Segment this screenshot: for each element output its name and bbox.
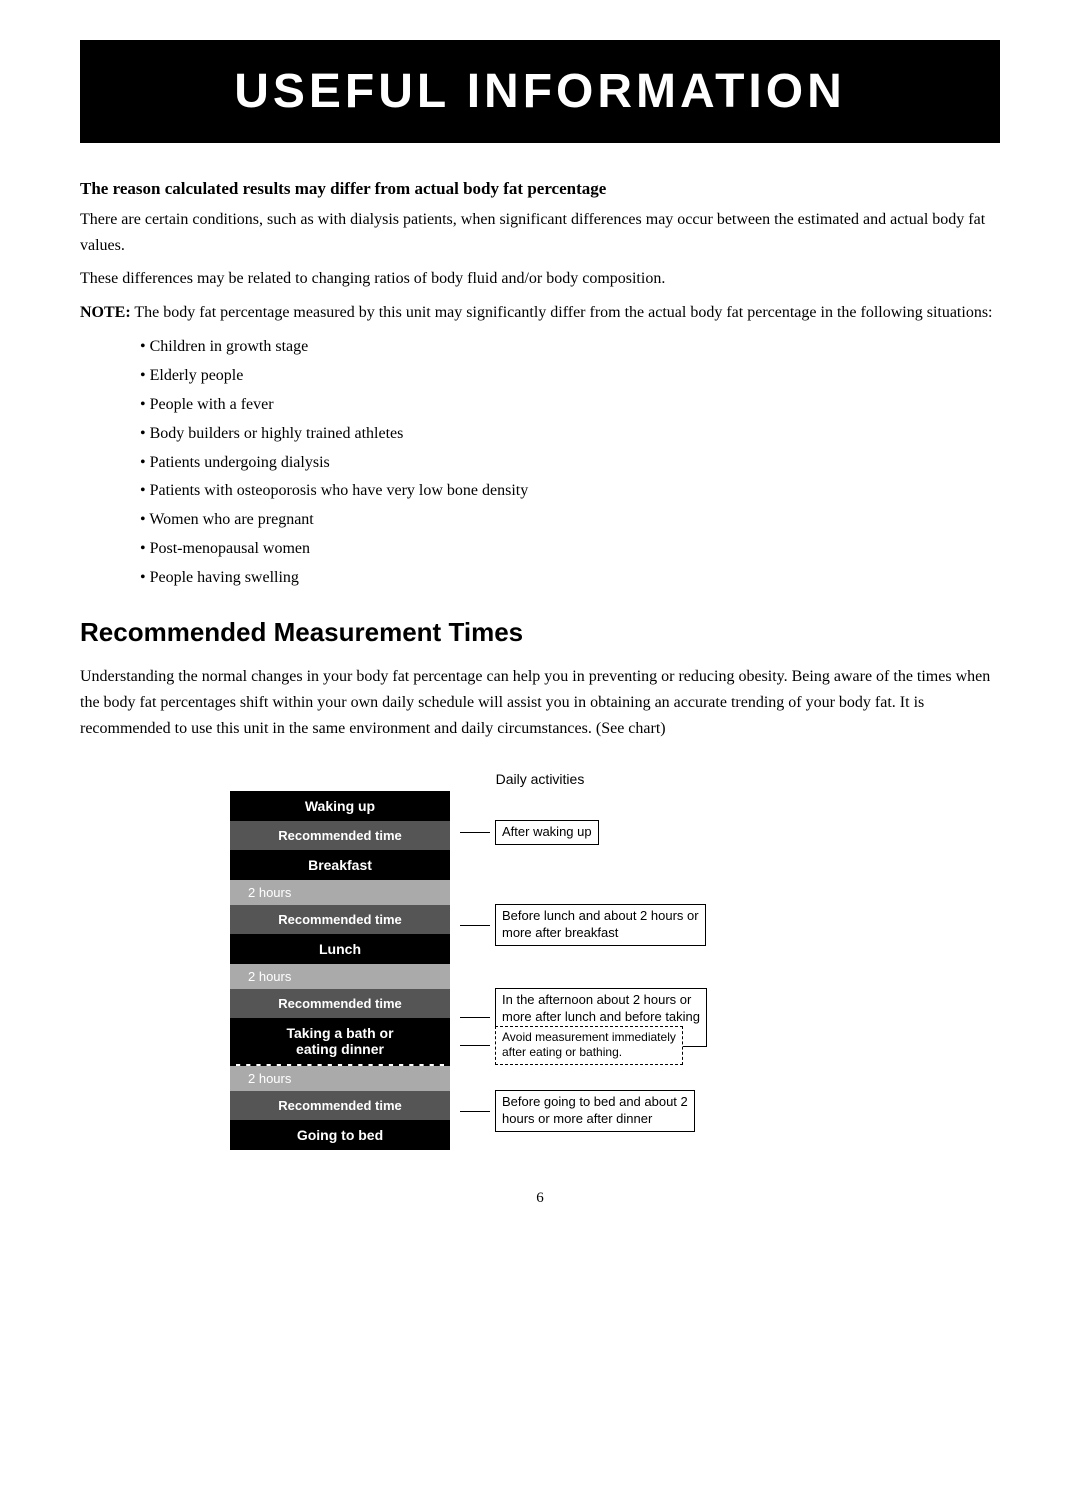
note-block: NOTE: The body fat percentage measured b… — [80, 300, 1000, 593]
timeline-hours: 2 hours — [230, 1066, 450, 1091]
bullet-item: Patients with osteoporosis who have very… — [140, 477, 1000, 506]
bullet-item: Women who are pregnant — [140, 506, 1000, 535]
section-rmt: Recommended Measurement Times Understand… — [80, 617, 1000, 743]
para2: These differences may be related to chan… — [80, 266, 1000, 292]
page-title: USEFUL INFORMATION — [100, 64, 980, 119]
timeline-activity: Breakfast — [230, 850, 450, 880]
timeline-recommended: Recommended time — [230, 821, 450, 850]
annotation-line — [460, 925, 490, 926]
annotation-text: Before lunch and about 2 hours or more a… — [495, 904, 706, 946]
annotation-line — [460, 832, 490, 833]
para1: There are certain conditions, such as wi… — [80, 207, 1000, 258]
annotation-item: Before going to bed and about 2 hours or… — [460, 1090, 780, 1132]
annotation-line — [460, 1017, 490, 1018]
bullet-item: Body builders or highly trained athletes — [140, 420, 1000, 449]
chart-title: Daily activities — [230, 771, 850, 787]
timeline-recommended: Recommended time — [230, 905, 450, 934]
section-body-fat: The reason calculated results may differ… — [80, 179, 1000, 593]
timeline-hours: 2 hours — [230, 964, 450, 989]
bullet-item: People having swelling — [140, 564, 1000, 593]
page: USEFUL INFORMATION The reason calculated… — [0, 0, 1080, 1493]
timeline-hours: 2 hours — [230, 880, 450, 905]
page-number: 6 — [80, 1190, 1000, 1207]
bullet-item: Elderly people — [140, 362, 1000, 391]
note-text: The body fat percentage measured by this… — [131, 304, 993, 321]
timeline-recommended: Recommended time — [230, 1091, 450, 1120]
annotation-line — [460, 1045, 490, 1046]
rmt-heading: Recommended Measurement Times — [80, 617, 1000, 648]
annotation-item: Before lunch and about 2 hours or more a… — [460, 904, 780, 946]
timeline-activity-two: Taking a bath oreating dinner — [230, 1018, 450, 1064]
annotation-text: Avoid measurement immediately after eati… — [495, 1026, 683, 1065]
rmt-body: Understanding the normal changes in your… — [80, 664, 1000, 743]
bullet-item: People with a fever — [140, 391, 1000, 420]
annotation-item: Avoid measurement immediately after eati… — [460, 1026, 780, 1065]
annotation-col: After waking up Before lunch and about 2 … — [450, 791, 770, 1150]
bullet-list: Children in growth stageElderly peoplePe… — [140, 333, 1000, 592]
page-header: USEFUL INFORMATION — [80, 40, 1000, 143]
chart-wrapper: Daily activities Waking upRecommended ti… — [230, 771, 850, 1150]
chart-inner: Waking upRecommended timeBreakfast2 hour… — [230, 791, 850, 1150]
timeline-activity: Going to bed — [230, 1120, 450, 1150]
timeline-activity: Lunch — [230, 934, 450, 964]
section-heading: The reason calculated results may differ… — [80, 179, 1000, 199]
chart-area: Daily activities Waking upRecommended ti… — [80, 771, 1000, 1150]
bullet-item: Children in growth stage — [140, 333, 1000, 362]
timeline-col: Waking upRecommended timeBreakfast2 hour… — [230, 791, 450, 1150]
bullet-item: Post-menopausal women — [140, 535, 1000, 564]
timeline-recommended: Recommended time — [230, 989, 450, 1018]
annotation-text: Before going to bed and about 2 hours or… — [495, 1090, 695, 1132]
annotations: After waking up Before lunch and about 2 … — [460, 791, 780, 1150]
annotation-line — [460, 1111, 490, 1112]
note-label: NOTE: — [80, 304, 131, 321]
annotation-item: After waking up — [460, 820, 780, 845]
bullet-item: Patients undergoing dialysis — [140, 449, 1000, 478]
annotation-text: After waking up — [495, 820, 599, 845]
timeline-activity: Waking up — [230, 791, 450, 821]
